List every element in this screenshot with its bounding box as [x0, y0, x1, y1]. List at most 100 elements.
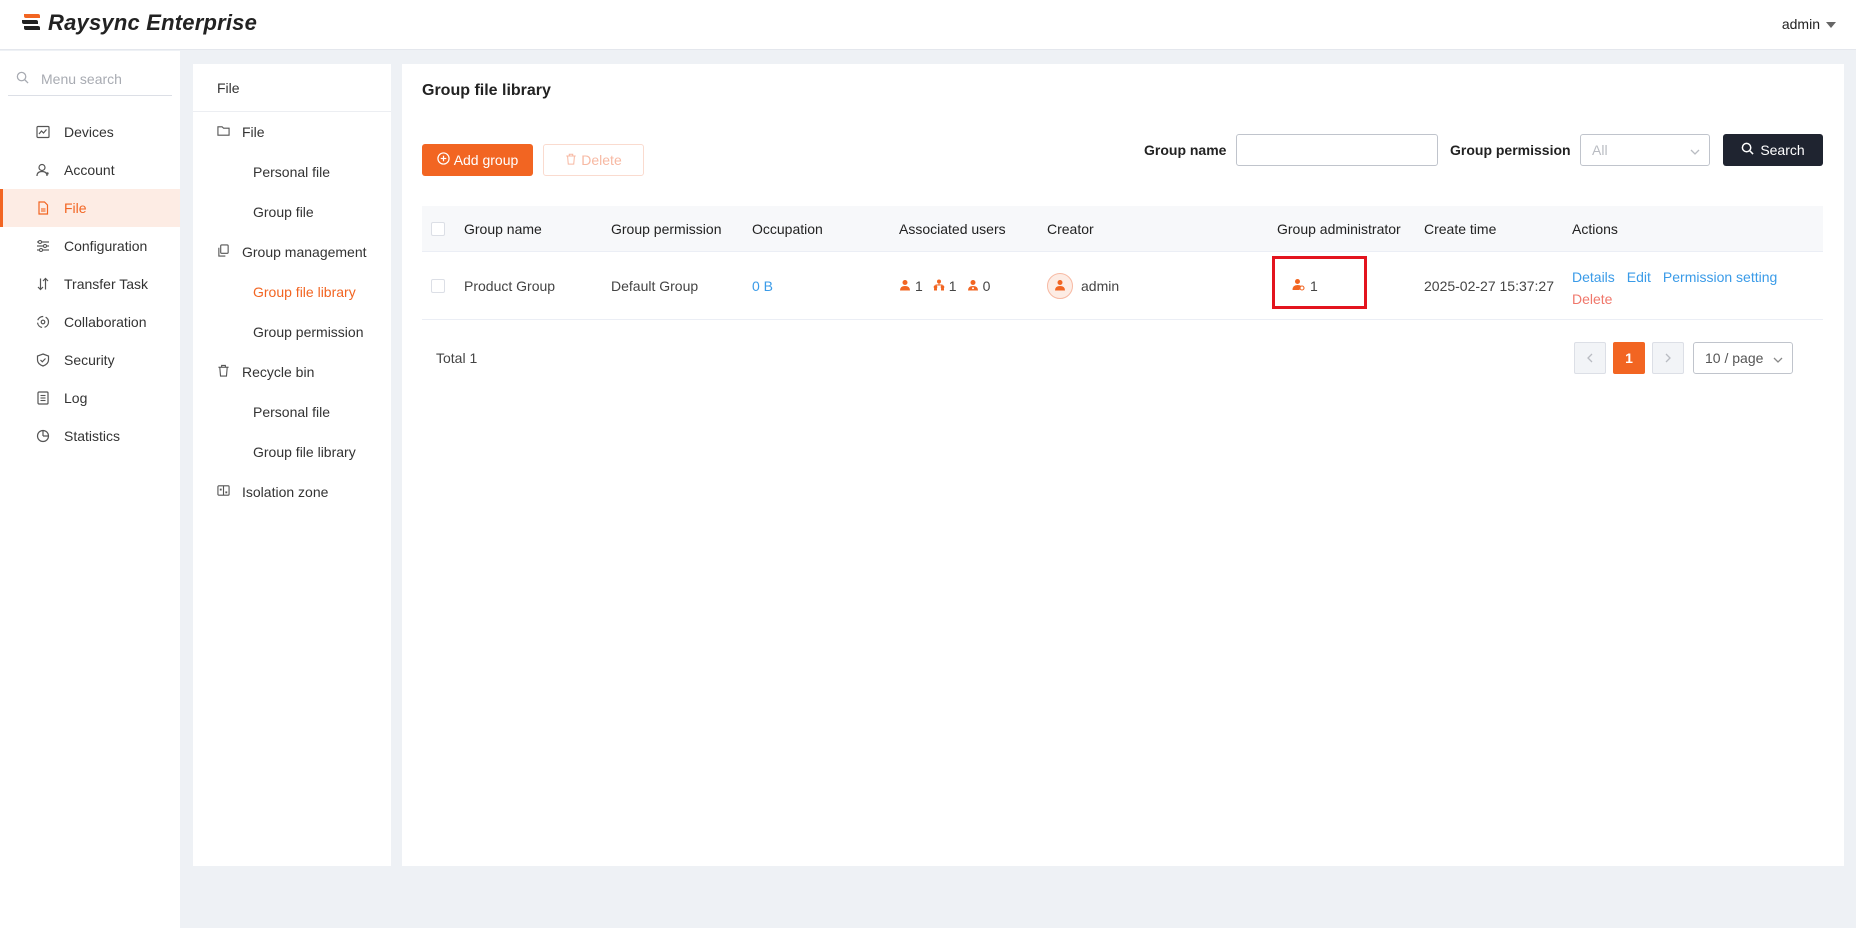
user-menu[interactable]: admin [1782, 16, 1836, 32]
group-name-filter-label: Group name [1144, 142, 1227, 158]
associated-groups-count: 0 [982, 277, 991, 294]
sidebar-item-devices[interactable]: Devices [0, 113, 180, 151]
sidebar-item-account[interactable]: Account [0, 151, 180, 189]
subnav-group-label: Recycle bin [242, 364, 315, 380]
subnav-group-recycle-bin[interactable]: Recycle bin [193, 352, 391, 392]
subnav-item-group-permission[interactable]: Group permission [193, 312, 391, 352]
user-icon [1054, 278, 1066, 294]
creator-name: admin [1081, 277, 1120, 294]
shield-icon [36, 353, 50, 367]
table-row: Product Group Default Group 0 B 1 1 0 ad… [422, 252, 1823, 320]
user-name: admin [1781, 16, 1820, 32]
sidebar-item-label: Security [64, 352, 115, 368]
prev-page-button[interactable] [1574, 342, 1606, 374]
sidebar-item-transfer-task[interactable]: Transfer Task [0, 265, 180, 303]
subnav-item-group-file-library[interactable]: Group file library [193, 272, 391, 312]
create-time-cell: 2025-02-27 15:37:27 [1424, 277, 1554, 294]
select-all-checkbox[interactable] [431, 221, 445, 236]
column-header: Create time [1424, 220, 1497, 237]
group-name-input[interactable] [1236, 134, 1438, 166]
app-title: Raysync Enterprise [48, 10, 258, 35]
devices-icon [36, 125, 50, 139]
sidebar-item-label: Log [64, 390, 88, 406]
chevron-left-icon [1585, 350, 1595, 366]
subnav-item-group-file[interactable]: Group file [193, 192, 391, 232]
highlight-box [1272, 256, 1367, 309]
subnav-item-recycle-group-file-library[interactable]: Group file library [193, 432, 391, 472]
associated-users-cell[interactable]: 1 1 0 [899, 278, 996, 294]
column-header: Associated users [899, 220, 1006, 237]
menu-search-input[interactable] [41, 70, 161, 87]
sliders-icon [36, 239, 50, 253]
trash-icon [217, 364, 230, 380]
subnav-group-label: Group management [242, 244, 367, 260]
raysync-logo-icon [20, 11, 42, 36]
details-link[interactable]: Details [1572, 269, 1615, 285]
group-administrator-cell[interactable]: 1 [1292, 278, 1318, 294]
subnav-group-isolation-zone[interactable]: Isolation zone [193, 472, 391, 512]
page-size-select[interactable]: 10 / page [1693, 342, 1793, 374]
avatar [1047, 272, 1073, 299]
page-number-current[interactable]: 1 [1613, 342, 1645, 374]
row-checkbox[interactable] [431, 278, 445, 293]
sidebar-item-statistics[interactable]: Statistics [0, 417, 180, 455]
subnav-group-label: Isolation zone [242, 484, 329, 500]
column-header: Creator [1047, 220, 1094, 237]
chevron-down-icon [1772, 353, 1784, 369]
delete-button[interactable]: Delete [543, 144, 644, 176]
caret-down-icon [1826, 22, 1836, 28]
group-management-icon [217, 244, 230, 260]
sidebar-item-configuration[interactable]: Configuration [0, 227, 180, 265]
subnav-item-recycle-personal-file[interactable]: Personal file [193, 392, 391, 432]
app-logo[interactable]: Raysync Enterprise [20, 10, 257, 36]
column-header: Group permission [611, 220, 722, 237]
plus-circle-icon [437, 152, 450, 168]
delete-link[interactable]: Delete [1572, 291, 1612, 307]
chevron-down-icon [1689, 145, 1701, 161]
sidebar-item-file[interactable]: File [0, 189, 180, 227]
account-icon [36, 163, 50, 177]
sidebar-item-log[interactable]: Log [0, 379, 180, 417]
column-header: Occupation [752, 220, 823, 237]
subnav-group-file[interactable]: File [193, 112, 391, 152]
collaboration-icon [36, 315, 50, 329]
column-header: Group administrator [1277, 220, 1401, 237]
main-content: Group file library Add group Delete Grou… [402, 64, 1844, 866]
menu-search [8, 62, 172, 96]
sidebar: Devices Account File Configuration Trans… [0, 51, 180, 928]
user-icon [899, 278, 911, 294]
subnav-group-group-management[interactable]: Group management [193, 232, 391, 272]
sidebar-item-label: File [64, 200, 87, 216]
group-permission-select[interactable]: All [1580, 134, 1710, 166]
department-icon [933, 278, 945, 294]
sidebar-nav: Devices Account File Configuration Trans… [0, 113, 180, 455]
transfer-icon [36, 277, 50, 291]
add-group-button[interactable]: Add group [422, 144, 533, 176]
pagination: 1 10 / page [402, 342, 1844, 374]
search-label: Search [1760, 142, 1805, 158]
group-permission-select-value: All [1592, 142, 1608, 158]
isolation-zone-icon [217, 484, 230, 500]
user-group-icon [967, 278, 979, 294]
chevron-right-icon [1663, 350, 1673, 366]
table-header: Group name Group permission Occupation A… [422, 206, 1823, 252]
search-button[interactable]: Search [1723, 134, 1823, 166]
permission-setting-link[interactable]: Permission setting [1663, 269, 1777, 285]
add-group-label: Add group [453, 152, 519, 168]
sidebar-item-security[interactable]: Security [0, 341, 180, 379]
group-administrator-count: 1 [1310, 277, 1318, 294]
search-icon [1741, 142, 1754, 158]
sidebar-item-label: Statistics [64, 428, 121, 444]
creator-cell: admin [1047, 272, 1120, 299]
occupation-link[interactable]: 0 B [752, 278, 773, 294]
subnav-item-personal-file[interactable]: Personal file [193, 152, 391, 192]
trash-icon [565, 152, 577, 168]
sidebar-item-collaboration[interactable]: Collaboration [0, 303, 180, 341]
search-icon [16, 71, 29, 87]
next-page-button[interactable] [1652, 342, 1684, 374]
edit-link[interactable]: Edit [1627, 269, 1651, 285]
associated-users-count: 1 [915, 277, 923, 294]
page-size-value: 10 / page [1705, 350, 1764, 366]
sidebar-item-label: Transfer Task [64, 276, 149, 292]
group-name-cell: Product Group [464, 277, 556, 294]
